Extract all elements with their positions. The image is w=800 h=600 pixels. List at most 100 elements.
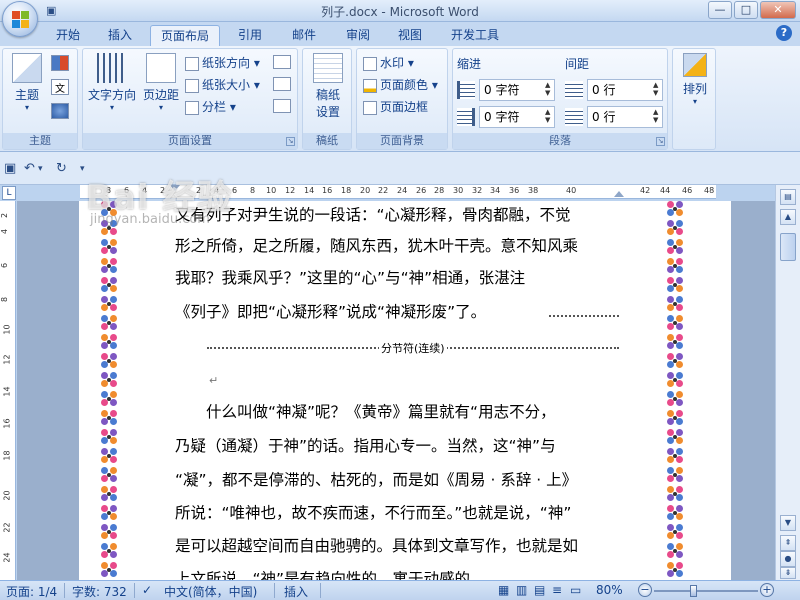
right-indent-marker[interactable] [614, 191, 624, 197]
vertical-ruler[interactable]: 2 4 6 8 10 12 14 16 18 20 22 24 [0, 201, 16, 580]
tab-mailings[interactable]: 邮件 [280, 25, 328, 46]
page-color-icon [363, 78, 377, 93]
page-borders-button[interactable]: 页面边框 [363, 97, 428, 117]
language-indicator[interactable]: 中文(简体，中国) [164, 583, 257, 600]
spacing-before-input[interactable]: 0 行 [587, 79, 663, 101]
border-flower-icon [667, 391, 685, 407]
outline-view-icon[interactable]: ≡ [552, 583, 562, 597]
ruler-toggle-icon[interactable]: ▤ [780, 189, 796, 205]
spacing-after-arrows[interactable]: ▲ ▼ [653, 108, 663, 124]
undo-icon[interactable]: ↶ [24, 161, 35, 176]
text-line[interactable]: 又有列子对尹生说的一段话：“心凝形释，骨肉都融，不觉 [175, 203, 571, 225]
size-button[interactable]: 纸张大小 ▾ [185, 75, 260, 95]
tab-selector-icon[interactable]: L [2, 186, 16, 200]
border-flower-icon [101, 296, 119, 312]
watermark-button[interactable]: 水印 ▾ [363, 53, 414, 73]
border-flower-icon [667, 486, 685, 502]
text-line[interactable]: 是可以超越空间而自由驰骋的。具体到文章写作，也就是如 [175, 534, 578, 556]
page-indicator[interactable]: 页面: 1/4 [6, 583, 57, 600]
text-direction-button[interactable]: 文字方向 ▾ [87, 53, 137, 112]
group-manuscript: 稿纸 设置 稿纸 [302, 48, 352, 150]
zoom-slider-track[interactable] [654, 590, 758, 592]
zoom-in-button[interactable]: + [760, 583, 774, 597]
close-button[interactable]: ✕ [760, 1, 796, 19]
paragraph-launcher-icon[interactable]: ↘ [656, 137, 665, 146]
zoom-slider-thumb[interactable] [690, 585, 698, 597]
breaks-icon[interactable] [273, 55, 291, 69]
indent-left-arrows[interactable]: ▲ ▼ [545, 81, 555, 97]
web-layout-view-icon[interactable]: ▤ [534, 583, 545, 597]
theme-fonts-icon[interactable]: 文 [51, 79, 69, 95]
proofing-icon[interactable]: ✓ [142, 583, 152, 597]
group-label-page-setup: 页面设置 [83, 133, 297, 149]
page-border-right [667, 201, 687, 580]
tab-home[interactable]: 开始 [44, 25, 92, 46]
spacing-after-input[interactable]: 0 行 [587, 106, 663, 128]
scroll-up-icon[interactable]: ▲ [780, 209, 796, 225]
indent-left-input[interactable]: 0 字符 [479, 79, 555, 101]
hyphenation-icon[interactable] [273, 99, 291, 113]
redo-icon[interactable]: ↻ [56, 161, 67, 176]
spacing-before-spinner: 0 行 ▲ ▼ [565, 79, 665, 101]
minimize-button[interactable]: — [708, 1, 732, 19]
text-line[interactable]: 《列子》即把“心凝形释”说成“神凝形废”了。 [175, 300, 486, 322]
themes-icon [12, 53, 42, 83]
line-numbers-icon[interactable] [273, 77, 291, 91]
themes-button[interactable]: 主题 ▾ [7, 53, 47, 112]
border-flower-icon [101, 277, 119, 293]
spacing-after-spinner: 0 行 ▲ ▼ [565, 106, 665, 128]
tab-view[interactable]: 视图 [386, 25, 434, 46]
page-setup-launcher-icon[interactable]: ↘ [286, 137, 295, 146]
text-line[interactable]: 乃疑（通凝）于神”的话。指用心专一。当然，这“神”与 [175, 434, 556, 456]
text-line[interactable]: 什么叫做“神凝”呢？《黄帝》篇里就有“用志不分， [175, 400, 556, 422]
print-layout-view-icon[interactable]: ▦ [498, 583, 509, 597]
select-browse-object-icon[interactable]: ● [780, 551, 796, 567]
text-line[interactable]: 所说：“唯神也，故不疾而速，不行而至。”也就是说，“神” [175, 501, 571, 523]
tab-insert[interactable]: 插入 [96, 25, 144, 46]
full-screen-view-icon[interactable]: ▥ [516, 583, 527, 597]
orientation-button[interactable]: 纸张方向 ▾ [185, 53, 260, 73]
office-button[interactable] [2, 1, 38, 37]
size-icon [185, 78, 199, 93]
text-line[interactable]: 我耶？我乘风乎？”这里的“心”与“神”相通，张湛注 [175, 266, 525, 288]
scroll-thumb[interactable] [780, 233, 796, 261]
tab-references[interactable]: 引用 [226, 25, 274, 46]
manuscript-settings-button[interactable]: 稿纸 设置 [309, 53, 347, 120]
text-line[interactable]: “凝”，都不是停滞的、枯死的，而是如《周易 · 系辞 · 上》 [175, 468, 577, 490]
indent-right-input[interactable]: 0 字符 [479, 106, 555, 128]
draft-view-icon[interactable]: ▭ [570, 583, 581, 597]
vertical-scrollbar[interactable]: ▤ ▲ ▼ ⇞ ● ⇟ [775, 185, 800, 580]
text-line[interactable]: 形之所倚，足之所履，随风东西，犹木叶干壳。意不知风乘 [175, 234, 578, 256]
page-color-button[interactable]: 页面颜色 ▾ [363, 75, 438, 95]
zoom-out-button[interactable]: − [638, 583, 652, 597]
maximize-button[interactable]: □ [734, 1, 758, 19]
arrange-button[interactable]: 排列 ▾ [677, 53, 713, 106]
previous-page-icon[interactable]: ⇞ [780, 535, 796, 551]
indent-right-arrows[interactable]: ▲ ▼ [545, 108, 555, 124]
help-icon[interactable]: ? [776, 25, 792, 41]
tab-page-layout[interactable]: 页面布局 [150, 25, 220, 46]
insert-mode[interactable]: 插入 [284, 583, 308, 600]
text-line[interactable]: 上文所说，“神”是有趋向性的，寓于动感的。 [175, 567, 486, 580]
tab-review[interactable]: 审阅 [334, 25, 382, 46]
border-flower-icon [667, 277, 685, 293]
margins-button[interactable]: 页边距 ▾ [141, 53, 181, 112]
word-count[interactable]: 字数: 732 [72, 583, 127, 600]
save-icon[interactable]: ▣ [4, 161, 16, 176]
undo-dropdown-icon[interactable]: ▾ [38, 164, 43, 174]
tab-developer[interactable]: 开发工具 [442, 25, 508, 46]
text-direction-label: 文字方向 [87, 88, 136, 102]
scroll-down-icon[interactable]: ▼ [780, 515, 796, 531]
ribbon: 主题 ▾ 文 主题 文字方向 ▾ 页边距 ▾ 纸张方向 ▾ 纸张大小 ▾ 分栏 … [0, 46, 800, 152]
qat-save-icon[interactable]: ▣ [46, 4, 56, 17]
customize-qat-icon[interactable]: ▾ [80, 164, 85, 174]
theme-colors-icon[interactable] [51, 55, 69, 71]
border-flower-icon [101, 258, 119, 274]
zoom-level[interactable]: 80% [596, 583, 623, 597]
theme-effects-icon[interactable] [51, 103, 69, 119]
indent-label: 缩进 [457, 57, 482, 71]
spacing-before-arrows[interactable]: ▲ ▼ [653, 81, 663, 97]
next-page-icon[interactable]: ⇟ [780, 567, 796, 579]
document-page[interactable]: 又有列子对尹生说的一段话：“心凝形释，骨肉都融，不觉 形之所倚，足之所履，随风东… [79, 201, 731, 580]
columns-button[interactable]: 分栏 ▾ [185, 97, 236, 117]
